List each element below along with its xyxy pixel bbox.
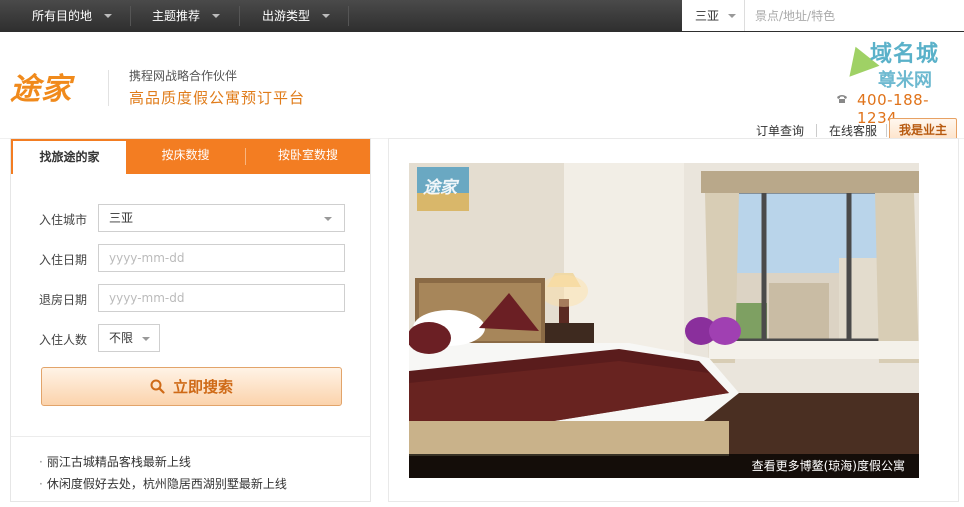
photo-logo: 途家 — [423, 178, 457, 198]
link-divider — [816, 124, 817, 137]
guests-select-value: 不限 — [109, 331, 134, 345]
bedroom-photo — [409, 163, 919, 478]
chevron-down-icon — [322, 14, 331, 18]
site-header: 途家 携程网战略合作伙伴 高品质度假公寓预订平台 域名城 尊米网 400-188… — [0, 32, 964, 142]
search-input[interactable] — [745, 0, 964, 31]
chevron-down-icon — [212, 14, 221, 18]
nav-all-destinations-label: 所有目的地 — [32, 9, 93, 23]
partner-text: 携程网战略合作伙伴 — [129, 69, 238, 83]
nav-divider — [239, 6, 240, 26]
checkin-date-input[interactable]: yyyy-mm-dd — [98, 244, 345, 272]
news-item[interactable]: · 丽江古城精品客栈最新上线 — [39, 453, 191, 470]
top-navbar: 所有目的地 主题推荐 出游类型 三亚 — [0, 0, 964, 32]
city-select[interactable]: 三亚 — [98, 204, 345, 232]
nav-divider — [348, 6, 349, 26]
bullet-icon: · — [39, 455, 43, 469]
logo-divider — [108, 70, 109, 106]
nav-all-destinations[interactable]: 所有目的地 — [32, 0, 113, 32]
nav-divider — [130, 6, 131, 26]
panel-divider — [11, 436, 370, 437]
guests-field-label: 入住人数 — [39, 333, 88, 347]
chevron-down-icon — [728, 13, 737, 18]
checkout-field-label: 退房日期 — [39, 293, 88, 307]
watermark-top-text: 域名城 — [870, 42, 940, 67]
search-button[interactable]: 立即搜索 — [41, 367, 342, 406]
chevron-down-icon — [324, 217, 332, 221]
search-panel: 找旅途的家 按床数搜 按卧室数搜 入住城市 三亚 入住日期 yyyy-mm-dd… — [10, 138, 371, 502]
logo[interactable]: 途家 — [10, 64, 72, 108]
nav-travel-type-label: 出游类型 — [262, 9, 311, 23]
checkout-date-input[interactable]: yyyy-mm-dd — [98, 284, 345, 312]
nav-theme-recommend-label: 主题推荐 — [152, 9, 201, 23]
tagline: 高品质度假公寓预订平台 — [129, 89, 306, 107]
bullet-icon: · — [39, 477, 43, 491]
promo-photo[interactable]: 途家 查看更多博鳌(琼海)度假公寓 — [409, 163, 919, 478]
search-icon — [150, 379, 165, 394]
watermark-bottom-text: 尊米网 — [878, 70, 932, 91]
tab-by-bedrooms[interactable]: 按卧室数搜 — [246, 139, 370, 174]
nav-theme-recommend[interactable]: 主题推荐 — [152, 0, 221, 32]
tab-find-home[interactable]: 找旅途的家 — [13, 139, 126, 175]
search-button-label: 立即搜索 — [172, 378, 233, 396]
city-select-value: 三亚 — [109, 211, 134, 225]
chevron-down-icon — [142, 337, 150, 341]
watermark-logo: 域名城 尊米网 — [840, 36, 964, 94]
nav-travel-type[interactable]: 出游类型 — [262, 0, 331, 32]
chevron-down-icon — [104, 14, 113, 18]
phone-icon — [837, 95, 847, 103]
tab-by-beds[interactable]: 按床数搜 — [126, 139, 245, 174]
guests-select[interactable]: 不限 — [98, 324, 160, 352]
city-field-label: 入住城市 — [39, 213, 88, 227]
news-item-text: 休闲度假好去处，杭州隐居西湖别墅最新上线 — [46, 477, 287, 491]
photo-caption-link[interactable]: 查看更多博鳌(琼海)度假公寓 — [409, 454, 919, 478]
city-dropdown[interactable]: 三亚 — [682, 0, 745, 31]
order-lookup-link[interactable]: 订单查询 — [756, 122, 804, 139]
online-service-link[interactable]: 在线客服 — [829, 122, 877, 139]
link-divider — [886, 124, 887, 137]
checkin-field-label: 入住日期 — [39, 253, 88, 267]
search-tabs: 找旅途的家 按床数搜 按卧室数搜 — [11, 139, 370, 175]
city-dropdown-value: 三亚 — [695, 9, 720, 23]
news-item-text: 丽江古城精品客栈最新上线 — [46, 455, 191, 469]
news-item[interactable]: · 休闲度假好去处，杭州隐居西湖别墅最新上线 — [39, 475, 287, 492]
